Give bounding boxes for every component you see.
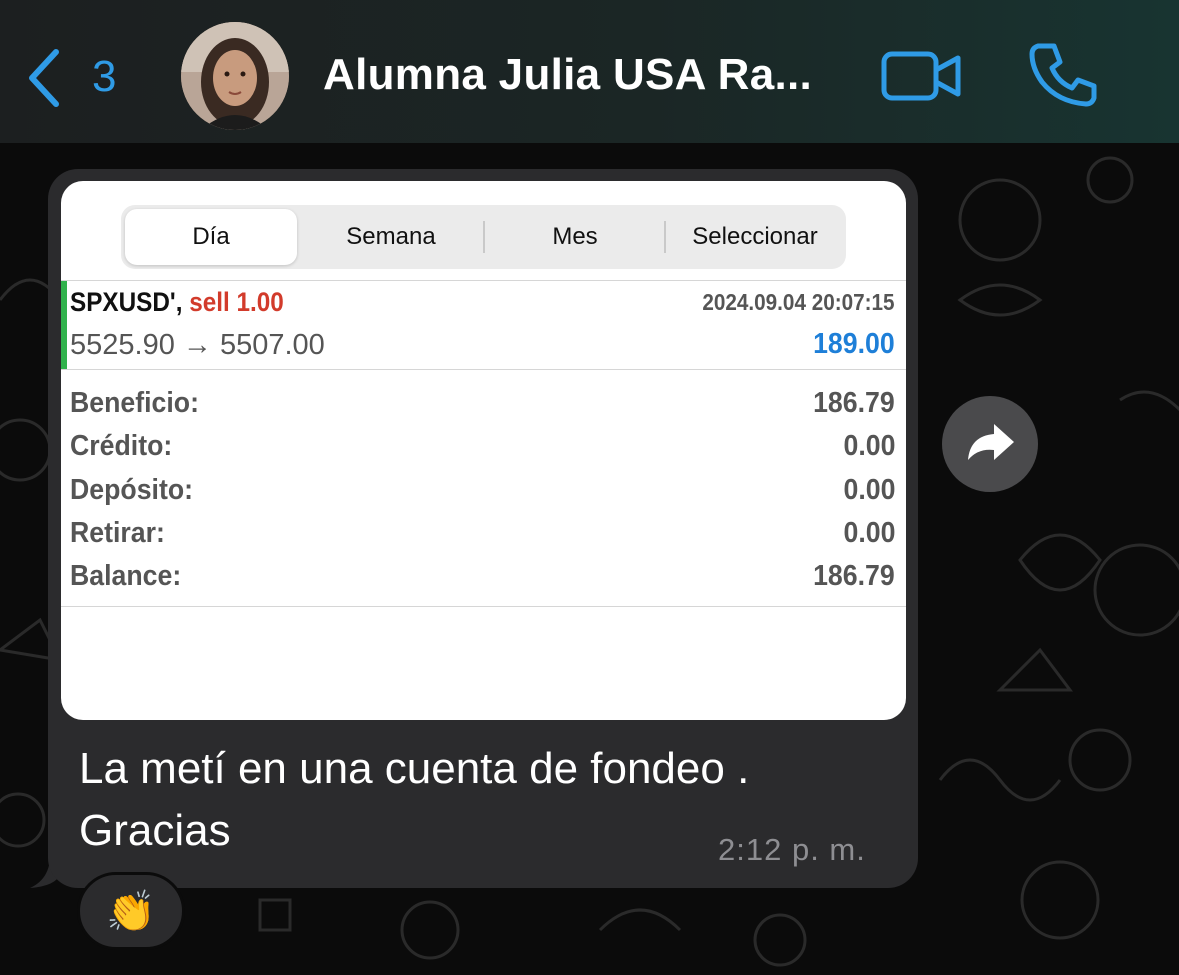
summary-value-beneficio: 186.79 <box>813 387 895 419</box>
trade-profit: 189.00 <box>813 328 895 360</box>
trade-symbol: SPXUSD', sell 1.00 <box>70 287 284 318</box>
reaction-badge[interactable]: 👏 <box>77 872 185 950</box>
summary-value-credito: 0.00 <box>843 430 895 462</box>
summary-label-deposito: Depósito: <box>70 474 194 506</box>
summary-label-credito: Crédito: <box>70 430 173 462</box>
chat-header: 3 Alumna Julia USA Ra... <box>0 0 1179 143</box>
trade-action: sell 1.00 <box>189 287 284 317</box>
tab-seleccionar: Seleccionar <box>692 223 818 250</box>
phone-icon[interactable] <box>1028 40 1098 110</box>
period-segmented-control: Día Semana Mes Seleccionar <box>121 205 846 269</box>
tab-mes: Mes <box>552 223 598 250</box>
video-call-icon[interactable] <box>880 48 962 104</box>
summary-value-deposito: 0.00 <box>843 474 895 506</box>
tab-semana: Semana <box>346 223 436 250</box>
unread-count[interactable]: 3 <box>92 52 116 102</box>
summary-value-retirar: 0.00 <box>843 517 895 549</box>
summary-value-balance: 186.79 <box>813 560 895 592</box>
forward-icon <box>968 424 1014 460</box>
divider <box>61 280 906 281</box>
clapping-hands-emoji: 👏 <box>106 889 156 934</box>
tab-dia: Día <box>125 209 297 265</box>
trade-prices: 5525.90 → 5507.00 <box>70 329 325 361</box>
summary-label-retirar: Retirar: <box>70 517 165 549</box>
divider <box>61 369 906 370</box>
avatar-image <box>181 22 289 130</box>
symbol-name: SPXUSD', <box>70 287 183 317</box>
contact-name[interactable]: Alumna Julia USA Ra... <box>323 50 812 100</box>
trade-indicator-bar <box>61 281 67 369</box>
trade-datetime: 2024.09.04 20:07:15 <box>702 289 895 315</box>
divider <box>61 606 906 607</box>
message-timestamp: 2:12 p. m. <box>718 832 866 867</box>
avatar[interactable] <box>181 22 289 130</box>
message-line: La metí en una cuenta de fondeo . <box>79 744 750 793</box>
back-chevron-icon[interactable] <box>22 46 66 110</box>
summary-label-balance: Balance: <box>70 560 182 592</box>
summary-label-beneficio: Beneficio: <box>70 387 199 419</box>
shared-screenshot[interactable]: Día Semana Mes Seleccionar SPXUSD', sell… <box>61 181 906 720</box>
forward-button[interactable] <box>942 396 1038 492</box>
